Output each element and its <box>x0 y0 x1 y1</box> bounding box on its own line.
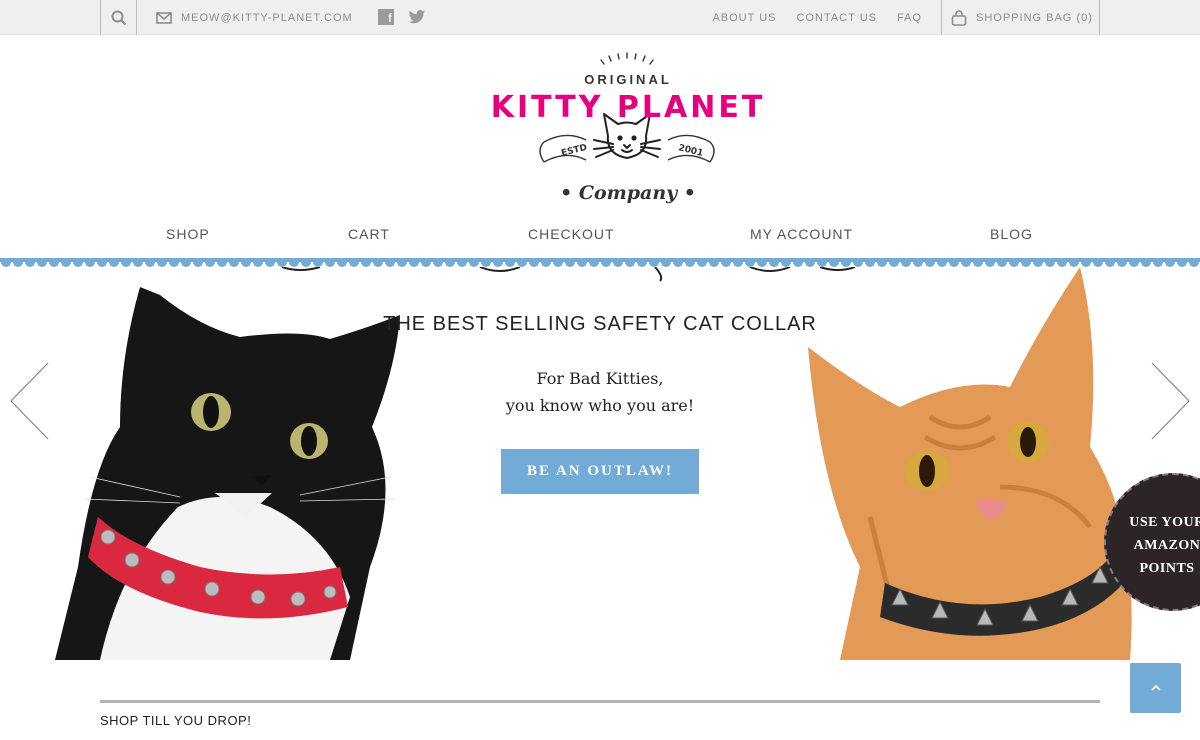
nav-cart[interactable]: CART <box>348 226 390 242</box>
section-title: SHOP TILL YOU DROP! <box>100 713 252 728</box>
topbar-divider <box>941 0 942 35</box>
shopping-bag-link[interactable]: SHOPPING BAG (0) <box>951 0 1093 35</box>
contact-us-link[interactable]: CONTACT US <box>796 12 877 24</box>
back-to-top-button[interactable] <box>1130 663 1181 713</box>
hero-subtitle-line: For Bad Kitties, <box>536 369 664 388</box>
shopping-bag-label: SHOPPING BAG (0) <box>976 11 1093 24</box>
logo-original-text: ORIGINAL <box>584 72 672 87</box>
amazon-points-text[interactable]: USE YOUR AMAZON POINTS <box>1112 511 1200 580</box>
site-logo[interactable]: ESTD 2001 ORIGINAL KITTY PLANET • Compan… <box>470 50 786 212</box>
hero-slider: THE BEST SELLING SAFETY CAT COLLAR For B… <box>0 267 1200 660</box>
nav-checkout[interactable]: CHECKOUT <box>528 226 615 242</box>
chevron-up-icon <box>1150 684 1161 691</box>
hero-subtitle: For Bad Kitties, you know who you are! <box>0 365 1200 419</box>
hero-title: THE BEST SELLING SAFETY CAT COLLAR <box>383 313 817 335</box>
facebook-icon[interactable]: f <box>378 9 394 25</box>
envelope-icon <box>156 11 172 24</box>
about-us-link[interactable]: ABOUT US <box>712 12 776 24</box>
logo-company-text: • Company • <box>560 182 696 204</box>
logo-title: KITTY PLANET <box>490 90 766 125</box>
amazon-points-line: AMAZON <box>1133 538 1200 553</box>
nav-my-account[interactable]: MY ACCOUNT <box>750 226 853 242</box>
shopping-bag-icon <box>951 9 967 26</box>
nav-shop[interactable]: SHOP <box>166 226 210 242</box>
email-text: MEOW@KITTY-PLANET.COM <box>181 11 353 24</box>
social-links: f <box>378 9 426 25</box>
twitter-icon[interactable] <box>408 9 426 25</box>
topbar-links: ABOUT US CONTACT US FAQ <box>712 0 922 35</box>
topbar-divider <box>1099 0 1100 35</box>
nav-blog[interactable]: BLOG <box>990 226 1033 242</box>
be-an-outlaw-button[interactable]: BE AN OUTLAW! <box>501 449 699 494</box>
hero-subtitle-line: you know who you are! <box>505 396 695 415</box>
email-link[interactable]: MEOW@KITTY-PLANET.COM <box>156 0 353 35</box>
section-divider <box>100 700 1100 703</box>
logo-year-text: 2001 <box>677 143 704 159</box>
search-button[interactable] <box>101 0 136 35</box>
top-bar: MEOW@KITTY-PLANET.COM f ABOUT US CONTACT… <box>0 0 1200 35</box>
left-cat-image <box>55 287 400 660</box>
slider-next-arrow-icon[interactable] <box>1148 361 1192 441</box>
search-icon <box>111 10 126 25</box>
main-nav: SHOP CART CHECKOUT MY ACCOUNT BLOG <box>0 222 1200 248</box>
faq-link[interactable]: FAQ <box>897 12 922 24</box>
amazon-points-line: POINTS <box>1139 561 1195 576</box>
topbar-divider <box>136 0 137 35</box>
amazon-points-line: USE YOUR <box>1129 515 1200 530</box>
slider-prev-arrow-icon[interactable] <box>8 361 52 441</box>
